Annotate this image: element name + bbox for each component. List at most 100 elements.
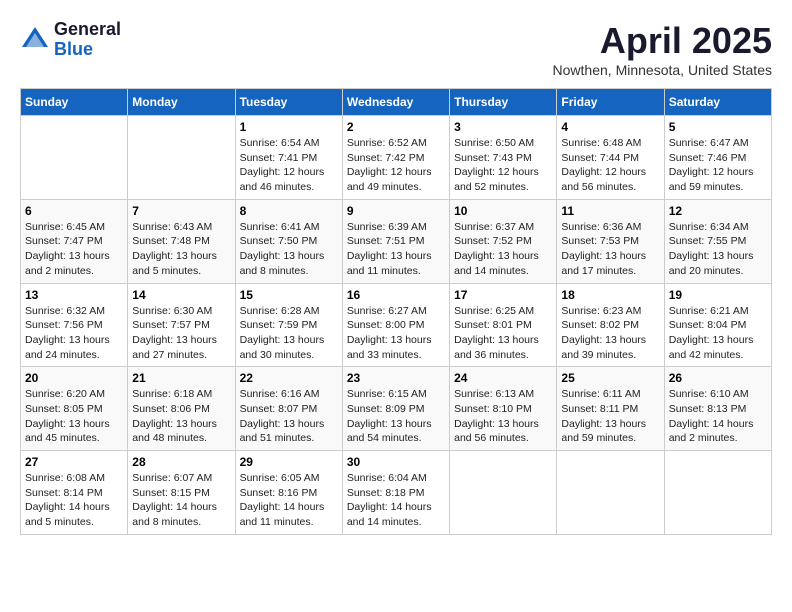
calendar-cell: 8 Sunrise: 6:41 AM Sunset: 7:50 PM Daylig…: [235, 199, 342, 283]
calendar-cell: 14 Sunrise: 6:30 AM Sunset: 7:57 PM Dayli…: [128, 283, 235, 367]
logo-general: General: [54, 20, 121, 40]
calendar-cell: 11Sunrise: 6:36 AM Sunset: 7:53 PM Dayli…: [557, 199, 664, 283]
day-info: Sunrise: 6:05 AM Sunset: 8:16 PM Dayligh…: [240, 471, 338, 530]
calendar-cell: 1Sunrise: 6:54 AM Sunset: 7:41 PM Daylig…: [235, 116, 342, 200]
day-number: 5: [669, 120, 767, 134]
calendar-cell: 17 Sunrise: 6:25 AM Sunset: 8:01 PM Dayli…: [450, 283, 557, 367]
day-number: 22: [240, 371, 338, 385]
day-info: Sunrise: 6:11 AM Sunset: 8:11 PM Dayligh…: [561, 387, 659, 446]
day-info: Sunrise: 6:32 AM Sunset: 7:56 PM Dayligh…: [25, 304, 123, 363]
calendar-cell: 13 Sunrise: 6:32 AM Sunset: 7:56 PM Dayli…: [21, 283, 128, 367]
day-info: Sunrise: 6:07 AM Sunset: 8:15 PM Dayligh…: [132, 471, 230, 530]
calendar-cell: [128, 116, 235, 200]
calendar-cell: 5 Sunrise: 6:47 AM Sunset: 7:46 PM Daylig…: [664, 116, 771, 200]
day-info: Sunrise: 6:04 AM Sunset: 8:18 PM Dayligh…: [347, 471, 445, 530]
day-info: Sunrise: 6:39 AM Sunset: 7:51 PM Dayligh…: [347, 220, 445, 279]
calendar-cell: 6 Sunrise: 6:45 AM Sunset: 7:47 PM Daylig…: [21, 199, 128, 283]
day-number: 11: [561, 204, 659, 218]
logo: General Blue: [20, 20, 121, 60]
day-info: Sunrise: 6:23 AM Sunset: 8:02 PM Dayligh…: [561, 304, 659, 363]
day-number: 28: [132, 455, 230, 469]
calendar-cell: [664, 451, 771, 535]
day-info: Sunrise: 6:08 AM Sunset: 8:14 PM Dayligh…: [25, 471, 123, 530]
day-info: Sunrise: 6:25 AM Sunset: 8:01 PM Dayligh…: [454, 304, 552, 363]
day-info: Sunrise: 6:10 AM Sunset: 8:13 PM Dayligh…: [669, 387, 767, 446]
calendar-cell: 26 Sunrise: 6:10 AM Sunset: 8:13 PM Dayli…: [664, 367, 771, 451]
day-info: Sunrise: 6:50 AM Sunset: 7:43 PM Dayligh…: [454, 136, 552, 195]
calendar-cell: 20Sunrise: 6:20 AM Sunset: 8:05 PM Dayli…: [21, 367, 128, 451]
calendar-week: 6 Sunrise: 6:45 AM Sunset: 7:47 PM Daylig…: [21, 199, 772, 283]
calendar-week: 13 Sunrise: 6:32 AM Sunset: 7:56 PM Dayli…: [21, 283, 772, 367]
day-number: 3: [454, 120, 552, 134]
calendar-cell: 22 Sunrise: 6:16 AM Sunset: 8:07 PM Dayli…: [235, 367, 342, 451]
day-info: Sunrise: 6:28 AM Sunset: 7:59 PM Dayligh…: [240, 304, 338, 363]
calendar-cell: 3 Sunrise: 6:50 AM Sunset: 7:43 PM Daylig…: [450, 116, 557, 200]
calendar-cell: 27 Sunrise: 6:08 AM Sunset: 8:14 PM Dayli…: [21, 451, 128, 535]
calendar-cell: 9 Sunrise: 6:39 AM Sunset: 7:51 PM Daylig…: [342, 199, 449, 283]
day-number: 29: [240, 455, 338, 469]
header-day: Monday: [128, 89, 235, 116]
day-info: Sunrise: 6:27 AM Sunset: 8:00 PM Dayligh…: [347, 304, 445, 363]
calendar: SundayMondayTuesdayWednesdayThursdayFrid…: [20, 88, 772, 535]
calendar-cell: 15 Sunrise: 6:28 AM Sunset: 7:59 PM Dayli…: [235, 283, 342, 367]
calendar-cell: [450, 451, 557, 535]
day-number: 8: [240, 204, 338, 218]
header-day: Saturday: [664, 89, 771, 116]
calendar-cell: 2Sunrise: 6:52 AM Sunset: 7:42 PM Daylig…: [342, 116, 449, 200]
day-number: 27: [25, 455, 123, 469]
logo-text: General Blue: [54, 20, 121, 60]
day-number: 7: [132, 204, 230, 218]
day-info: Sunrise: 6:34 AM Sunset: 7:55 PM Dayligh…: [669, 220, 767, 279]
day-info: Sunrise: 6:18 AM Sunset: 8:06 PM Dayligh…: [132, 387, 230, 446]
header-day: Friday: [557, 89, 664, 116]
header-row: SundayMondayTuesdayWednesdayThursdayFrid…: [21, 89, 772, 116]
calendar-cell: 23Sunrise: 6:15 AM Sunset: 8:09 PM Dayli…: [342, 367, 449, 451]
day-info: Sunrise: 6:30 AM Sunset: 7:57 PM Dayligh…: [132, 304, 230, 363]
day-number: 16: [347, 288, 445, 302]
day-number: 14: [132, 288, 230, 302]
day-number: 21: [132, 371, 230, 385]
calendar-cell: 16 Sunrise: 6:27 AM Sunset: 8:00 PM Dayli…: [342, 283, 449, 367]
day-number: 17: [454, 288, 552, 302]
calendar-cell: 24Sunrise: 6:13 AM Sunset: 8:10 PM Dayli…: [450, 367, 557, 451]
calendar-cell: 10 Sunrise: 6:37 AM Sunset: 7:52 PM Dayli…: [450, 199, 557, 283]
day-info: Sunrise: 6:45 AM Sunset: 7:47 PM Dayligh…: [25, 220, 123, 279]
calendar-cell: 12 Sunrise: 6:34 AM Sunset: 7:55 PM Dayli…: [664, 199, 771, 283]
calendar-cell: 21 Sunrise: 6:18 AM Sunset: 8:06 PM Dayli…: [128, 367, 235, 451]
day-number: 10: [454, 204, 552, 218]
day-number: 26: [669, 371, 767, 385]
day-info: Sunrise: 6:41 AM Sunset: 7:50 PM Dayligh…: [240, 220, 338, 279]
day-number: 30: [347, 455, 445, 469]
day-info: Sunrise: 6:37 AM Sunset: 7:52 PM Dayligh…: [454, 220, 552, 279]
day-info: Sunrise: 6:48 AM Sunset: 7:44 PM Dayligh…: [561, 136, 659, 195]
day-info: Sunrise: 6:47 AM Sunset: 7:46 PM Dayligh…: [669, 136, 767, 195]
page-header: General Blue April 2025 Nowthen, Minneso…: [20, 20, 772, 78]
day-number: 6: [25, 204, 123, 218]
calendar-cell: 18 Sunrise: 6:23 AM Sunset: 8:02 PM Dayli…: [557, 283, 664, 367]
day-info: Sunrise: 6:21 AM Sunset: 8:04 PM Dayligh…: [669, 304, 767, 363]
day-info: Sunrise: 6:16 AM Sunset: 8:07 PM Dayligh…: [240, 387, 338, 446]
month-title: April 2025: [553, 20, 772, 62]
calendar-week: 1Sunrise: 6:54 AM Sunset: 7:41 PM Daylig…: [21, 116, 772, 200]
location: Nowthen, Minnesota, United States: [553, 62, 772, 78]
day-number: 12: [669, 204, 767, 218]
day-number: 9: [347, 204, 445, 218]
calendar-body: 1Sunrise: 6:54 AM Sunset: 7:41 PM Daylig…: [21, 116, 772, 535]
calendar-cell: 4 Sunrise: 6:48 AM Sunset: 7:44 PM Daylig…: [557, 116, 664, 200]
calendar-cell: 28 Sunrise: 6:07 AM Sunset: 8:15 PM Dayli…: [128, 451, 235, 535]
day-number: 13: [25, 288, 123, 302]
calendar-cell: 19Sunrise: 6:21 AM Sunset: 8:04 PM Dayli…: [664, 283, 771, 367]
header-day: Thursday: [450, 89, 557, 116]
logo-icon: [20, 25, 50, 55]
day-number: 4: [561, 120, 659, 134]
day-number: 23: [347, 371, 445, 385]
calendar-week: 20Sunrise: 6:20 AM Sunset: 8:05 PM Dayli…: [21, 367, 772, 451]
calendar-cell: 7 Sunrise: 6:43 AM Sunset: 7:48 PM Daylig…: [128, 199, 235, 283]
day-number: 15: [240, 288, 338, 302]
calendar-cell: 25Sunrise: 6:11 AM Sunset: 8:11 PM Dayli…: [557, 367, 664, 451]
calendar-cell: 29 Sunrise: 6:05 AM Sunset: 8:16 PM Dayli…: [235, 451, 342, 535]
header-day: Tuesday: [235, 89, 342, 116]
logo-blue: Blue: [54, 40, 121, 60]
day-number: 18: [561, 288, 659, 302]
day-info: Sunrise: 6:43 AM Sunset: 7:48 PM Dayligh…: [132, 220, 230, 279]
